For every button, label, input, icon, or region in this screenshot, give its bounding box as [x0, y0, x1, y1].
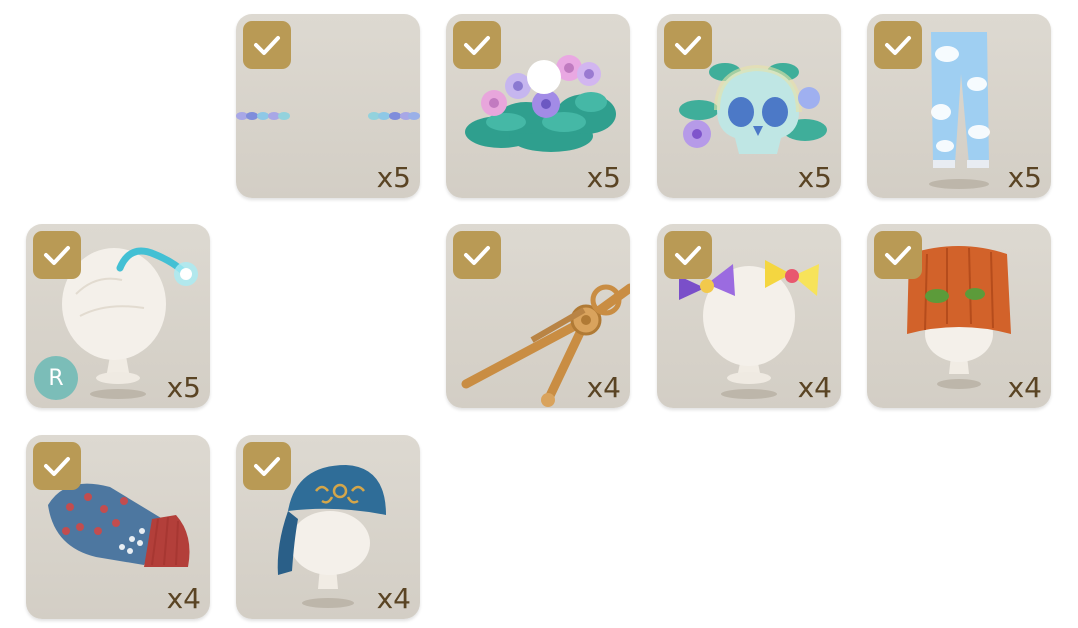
item-tile-flower-bush[interactable]: x5	[446, 14, 630, 198]
item-quantity: x4	[166, 582, 201, 615]
item-quantity: x5	[1007, 161, 1042, 194]
item-tile-cloud-pants[interactable]: x5	[867, 14, 1051, 198]
item-tile-blue-mitten[interactable]: x4	[26, 435, 210, 619]
item-quantity: x5	[166, 371, 201, 404]
check-icon	[874, 231, 922, 279]
check-icon	[453, 231, 501, 279]
item-tile-bow-clips[interactable]: x4	[657, 224, 841, 408]
check-icon	[243, 21, 291, 69]
check-icon	[874, 21, 922, 69]
item-tile-flower-ears[interactable]: x5	[236, 14, 420, 198]
item-tile-flower-skull[interactable]: x5	[657, 14, 841, 198]
check-icon	[33, 442, 81, 490]
item-quantity: x4	[1007, 371, 1042, 404]
item-quantity: x4	[376, 582, 411, 615]
item-tile-orange-beanie[interactable]: x4	[867, 224, 1051, 408]
check-icon	[664, 231, 712, 279]
rarity-badge: R	[34, 356, 78, 400]
item-tile-blue-bandana[interactable]: x4	[236, 435, 420, 619]
item-quantity: x5	[376, 161, 411, 194]
item-quantity: x5	[797, 161, 832, 194]
item-quantity: x4	[586, 371, 621, 404]
item-quantity: x4	[797, 371, 832, 404]
check-icon	[664, 21, 712, 69]
check-icon	[453, 21, 501, 69]
item-tile-glowing-antenna[interactable]: R x5	[26, 224, 210, 408]
check-icon	[33, 231, 81, 279]
item-tile-wooden-compass[interactable]: x4	[446, 224, 630, 408]
item-quantity: x5	[586, 161, 621, 194]
check-icon	[243, 442, 291, 490]
